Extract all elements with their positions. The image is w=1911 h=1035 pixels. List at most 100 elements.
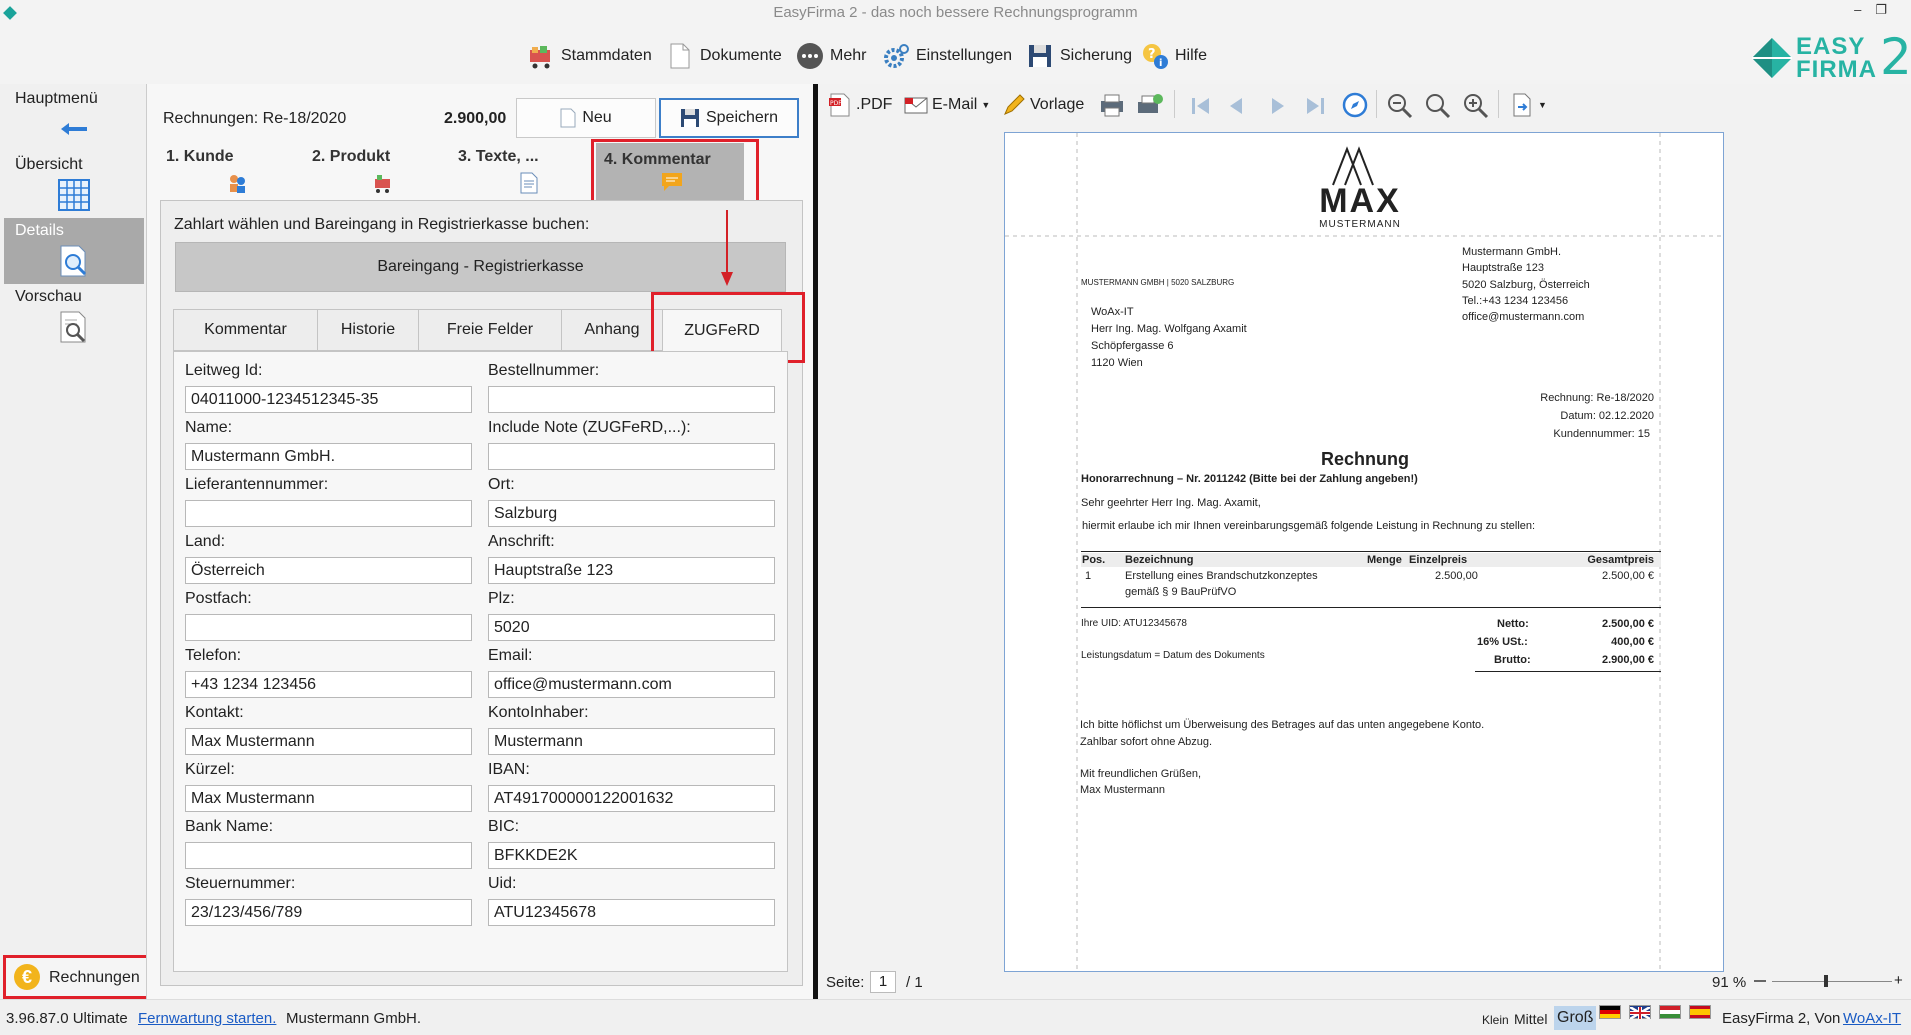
size-mittel[interactable]: Mittel bbox=[1514, 1011, 1547, 1027]
doc-signature: Max Mustermann bbox=[1080, 784, 1165, 796]
stammdaten-button[interactable]: Stammdaten bbox=[527, 40, 652, 72]
step-tab-texte[interactable]: 3. Texte, ... bbox=[458, 148, 539, 194]
nav-details[interactable]: Details bbox=[4, 218, 144, 284]
zoom-slider-handle[interactable] bbox=[1824, 975, 1828, 987]
arrow-left-icon bbox=[61, 123, 87, 135]
print-settings-icon[interactable] bbox=[1136, 92, 1164, 118]
hilfe-label: Hilfe bbox=[1175, 47, 1208, 64]
field-label-left-9: Steuernummer: bbox=[185, 875, 296, 892]
field-input-right-0[interactable] bbox=[488, 386, 775, 413]
zoom-slider[interactable] bbox=[1772, 981, 1892, 982]
field-input-right-5[interactable]: office@mustermann.com bbox=[488, 671, 775, 698]
woax-link[interactable]: WoAx-IT bbox=[1843, 1010, 1901, 1027]
field-input-left-6[interactable]: Max Mustermann bbox=[185, 728, 472, 755]
print-icon[interactable] bbox=[1098, 92, 1126, 118]
fernwartung-link[interactable]: Fernwartung starten. bbox=[138, 1010, 276, 1027]
flag-de-icon[interactable] bbox=[1599, 1005, 1621, 1019]
einstellungen-button[interactable]: Einstellungen bbox=[882, 40, 1012, 72]
field-input-left-7[interactable]: Max Mustermann bbox=[185, 785, 472, 812]
size-klein[interactable]: Klein bbox=[1482, 1013, 1509, 1027]
logo-firma: FIRMA bbox=[1796, 56, 1877, 83]
vorlage-button[interactable]: Vorlage bbox=[1002, 92, 1084, 118]
doc-meta-kundennummer: Kundennummer: 15 bbox=[1553, 428, 1650, 440]
zoom-out-icon[interactable] bbox=[1386, 92, 1414, 120]
compass-icon[interactable] bbox=[1342, 92, 1368, 118]
step-tab-kunde[interactable]: 1. Kunde bbox=[166, 148, 245, 194]
mehr-button[interactable]: Mehr bbox=[796, 40, 866, 72]
nav-vorschau[interactable]: Vorschau bbox=[4, 284, 144, 350]
row-gesamtpreis: 2.500,00 € bbox=[1602, 570, 1654, 582]
easyfirma-logo: EASY FIRMA 2 bbox=[1748, 32, 1911, 84]
nav-details-label: Details bbox=[15, 222, 64, 239]
zoom-icon[interactable] bbox=[1424, 92, 1452, 120]
next-page-icon[interactable] bbox=[1268, 96, 1288, 116]
hilfe-button[interactable]: ? i Hilfe bbox=[1141, 40, 1207, 72]
field-input-left-0[interactable]: 04011000-1234512345-35 bbox=[185, 386, 472, 413]
tab-historie[interactable]: Historie bbox=[317, 309, 419, 351]
first-page-icon[interactable] bbox=[1190, 96, 1212, 116]
field-input-left-2[interactable] bbox=[185, 500, 472, 527]
field-input-right-8[interactable]: BFKKDE2K bbox=[488, 842, 775, 869]
field-input-right-3[interactable]: Hauptstraße 123 bbox=[488, 557, 775, 584]
col-pos: Pos. bbox=[1082, 554, 1106, 566]
size-gross[interactable]: Groß bbox=[1554, 1006, 1597, 1030]
field-label-right-3: Anschrift: bbox=[488, 533, 555, 550]
field-input-right-6[interactable]: Mustermann bbox=[488, 728, 775, 755]
doc-title: Rechnung bbox=[1321, 449, 1409, 469]
field-input-right-7[interactable]: AT491700000122001632 bbox=[488, 785, 775, 812]
field-input-left-4[interactable] bbox=[185, 614, 472, 641]
flag-en-icon[interactable] bbox=[1629, 1005, 1651, 1021]
pdf-export-button[interactable]: PDF .PDF bbox=[828, 92, 892, 118]
field-input-right-4[interactable]: 5020 bbox=[488, 614, 775, 641]
doc-meta-datum: Datum: 02.12.2020 bbox=[1560, 410, 1654, 422]
status-bar: 3.96.87.0 Ultimate Fernwartung starten. … bbox=[0, 999, 1911, 1035]
step-texte-label: 3. Texte, ... bbox=[458, 148, 539, 165]
field-input-right-9[interactable]: ATU12345678 bbox=[488, 899, 775, 926]
email-dropdown-icon[interactable]: ▼ bbox=[981, 100, 990, 110]
document-icon bbox=[666, 42, 694, 70]
previous-page-icon[interactable] bbox=[1226, 96, 1246, 116]
window-title: EasyFirma 2 - das noch bessere Rechnungs… bbox=[773, 4, 1138, 21]
export-page-button[interactable]: ▼ bbox=[1510, 92, 1547, 118]
rechnungen-button[interactable]: € Rechnungen bbox=[3, 955, 153, 999]
neu-button[interactable]: Neu bbox=[516, 98, 656, 138]
zoom-plus-icon[interactable]: + bbox=[1894, 972, 1903, 989]
calendar-grid-icon bbox=[58, 179, 90, 211]
main-toolbar: Stammdaten Dokumente Mehr Einstellungen … bbox=[0, 28, 1911, 83]
field-input-left-8[interactable] bbox=[185, 842, 472, 869]
flag-hu-icon[interactable] bbox=[1659, 1005, 1681, 1019]
zoom-in-icon[interactable] bbox=[1462, 92, 1490, 120]
window-controls[interactable]: –❐ bbox=[1854, 2, 1901, 18]
field-label-right-7: IBAN: bbox=[488, 761, 530, 778]
nav-uebersicht[interactable]: Übersicht bbox=[4, 152, 144, 218]
help-icon: ? i bbox=[1141, 42, 1169, 70]
ust-label: 16% USt.: bbox=[1477, 636, 1528, 648]
field-label-left-5: Telefon: bbox=[185, 647, 242, 664]
email-button[interactable]: E-Mail ▼ bbox=[904, 92, 990, 118]
field-input-left-5[interactable]: +43 1234 123456 bbox=[185, 671, 472, 698]
sicherung-button[interactable]: Sicherung bbox=[1026, 40, 1132, 72]
tab-kommentar[interactable]: Kommentar bbox=[173, 309, 318, 351]
dokumente-button[interactable]: Dokumente bbox=[666, 40, 782, 72]
flag-es-icon[interactable] bbox=[1689, 1005, 1711, 1019]
tab-anhang[interactable]: Anhang bbox=[561, 309, 663, 351]
export-dropdown-icon[interactable]: ▼ bbox=[1538, 100, 1547, 110]
tab-freie-felder[interactable]: Freie Felder bbox=[418, 309, 562, 351]
col-gesamtpreis: Gesamtpreis bbox=[1587, 554, 1654, 566]
more-dots-icon bbox=[796, 42, 824, 70]
field-input-left-3[interactable]: Österreich bbox=[185, 557, 472, 584]
field-input-left-9[interactable]: 23/123/456/789 bbox=[185, 899, 472, 926]
last-page-icon[interactable] bbox=[1304, 96, 1326, 116]
bareingang-button[interactable]: Bareingang - Registrierkasse bbox=[175, 242, 786, 292]
field-input-right-1[interactable] bbox=[488, 443, 775, 470]
panel-splitter[interactable] bbox=[813, 84, 818, 999]
page-number-input[interactable]: 1 bbox=[870, 971, 896, 993]
field-label-left-0: Leitweg Id: bbox=[185, 362, 263, 379]
nav-hauptmenu[interactable]: Hauptmenü bbox=[4, 86, 144, 152]
doc-closing-2: Zahlbar sofort ohne Abzug. bbox=[1080, 736, 1213, 748]
field-input-left-1[interactable]: Mustermann GmbH. bbox=[185, 443, 472, 470]
step-tab-produkt[interactable]: 2. Produkt bbox=[312, 148, 390, 194]
zoom-minus-icon[interactable] bbox=[1754, 980, 1766, 982]
field-input-right-2[interactable]: Salzburg bbox=[488, 500, 775, 527]
speichern-button[interactable]: Speichern bbox=[659, 98, 799, 138]
